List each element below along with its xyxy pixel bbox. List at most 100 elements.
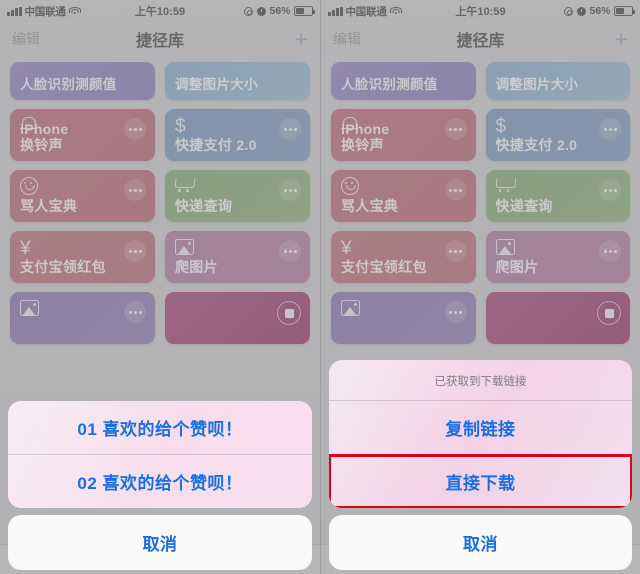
card-menu-button[interactable] xyxy=(444,240,467,262)
card-menu-button[interactable] xyxy=(279,240,301,262)
card-menu-button[interactable] xyxy=(124,240,146,262)
shortcut-card[interactable]: $ 快捷支付 2.0 xyxy=(485,109,630,161)
card-title: 调整图片大小 xyxy=(175,77,258,93)
add-shortcut-button[interactable]: + xyxy=(615,27,628,51)
shortcut-card[interactable] xyxy=(165,292,310,344)
navigation-bar: 编辑 捷径库 + xyxy=(0,22,320,56)
cart-icon xyxy=(496,178,516,195)
card-title: 爬图片 xyxy=(495,258,539,275)
shortcut-grid-left: 人脸识别测颜值 调整图片大小 iPhone 换铃声 $ 快捷支付 2.0 骂人宝典 快递查询 ¥… xyxy=(0,56,320,350)
card-menu-button[interactable] xyxy=(599,179,621,201)
wifi-icon xyxy=(68,6,81,16)
page-title: 捷径库 xyxy=(135,33,184,50)
card-title: 人脸识别测颜值 xyxy=(20,77,117,93)
add-shortcut-button[interactable]: + xyxy=(295,27,308,51)
shortcut-card[interactable]: 爬图片 xyxy=(165,231,310,283)
card-menu-button[interactable] xyxy=(124,301,146,323)
dollar-icon: $ xyxy=(175,116,186,137)
status-bar-right: 56% xyxy=(564,5,635,17)
signal-bars-icon xyxy=(7,6,22,16)
card-menu-button[interactable] xyxy=(124,179,146,201)
bell-icon xyxy=(341,116,357,134)
photo-icon xyxy=(495,239,515,255)
card-menu-button[interactable] xyxy=(444,179,467,201)
shortcut-card[interactable]: iPhone 换铃声 xyxy=(10,109,155,161)
shortcut-card[interactable]: 骂人宝典 xyxy=(10,170,155,222)
shortcut-card[interactable]: 人脸识别测颜值 xyxy=(10,62,155,100)
carrier-label: 中国联通 xyxy=(345,5,387,18)
dual-screenshot-container: 中国联通 上午10:59 56% 编辑 捷径库 + 人脸识别测颜值 调整图片大小 i… xyxy=(0,0,640,574)
card-title: 调整图片大小 xyxy=(495,77,579,93)
shortcut-card[interactable]: 人脸识别测颜值 xyxy=(331,62,476,100)
shortcut-grid-right: 人脸识别测颜值 调整图片大小 iPhone 换铃声 $ 快捷支付 2.0 骂人宝典 快递查询 ¥… xyxy=(321,56,640,350)
battery-percent-label: 56% xyxy=(269,5,291,17)
smiley-icon xyxy=(20,177,38,195)
shortcut-card[interactable]: 爬图片 xyxy=(485,231,630,283)
card-title: 快捷支付 2.0 xyxy=(495,136,578,153)
cancel-button-right[interactable]: 取消 xyxy=(329,515,632,570)
shortcut-card[interactable] xyxy=(331,292,476,344)
card-menu-button[interactable] xyxy=(599,240,621,262)
card-menu-button[interactable] xyxy=(444,301,467,323)
battery-icon xyxy=(294,6,315,16)
alarm-icon xyxy=(576,6,586,16)
card-menu-button[interactable] xyxy=(124,118,146,140)
page-title: 捷径库 xyxy=(456,33,505,50)
shortcut-card[interactable]: ¥ 支付宝领红包 xyxy=(10,231,155,283)
card-title: 支付宝领红包 xyxy=(20,258,106,275)
shortcut-card[interactable] xyxy=(10,292,155,344)
cart-icon xyxy=(175,178,195,195)
shortcut-card[interactable]: ¥ 支付宝领红包 xyxy=(331,231,476,283)
shortcut-card[interactable]: 骂人宝典 xyxy=(331,170,476,222)
status-bar-left: 中国联通 xyxy=(328,4,402,19)
signal-bars-icon xyxy=(328,6,343,16)
card-title: 快递查询 xyxy=(495,197,553,214)
dollar-icon: $ xyxy=(495,116,507,137)
action-sheet-options-left: 01 喜欢的给个赞呗！ 02 喜欢的给个赞呗！ xyxy=(8,401,312,508)
battery-icon xyxy=(614,6,635,16)
shortcut-card[interactable]: iPhone 换铃声 xyxy=(331,109,476,161)
card-title: 人脸识别测颜值 xyxy=(341,77,438,93)
action-sheet-item-01[interactable]: 01 喜欢的给个赞呗！ xyxy=(8,401,312,455)
cancel-button-left[interactable]: 取消 xyxy=(8,515,312,570)
shortcut-card[interactable]: $ 快捷支付 2.0 xyxy=(165,109,310,161)
card-menu-button[interactable] xyxy=(279,118,301,140)
wifi-icon xyxy=(389,6,402,16)
photo-icon xyxy=(341,300,360,316)
shortcut-card[interactable] xyxy=(485,292,630,344)
bell-icon xyxy=(20,116,36,134)
location-icon xyxy=(244,6,254,16)
shortcut-card[interactable]: 调整图片大小 xyxy=(165,62,310,100)
shortcut-card[interactable]: 快递查询 xyxy=(485,170,630,222)
action-sheet-right: 已获取到下载链接 复制链接 直接下载 取消 xyxy=(329,360,632,570)
status-bar-left: 中国联通 xyxy=(7,4,81,19)
card-title: 爬图片 xyxy=(175,258,218,275)
phone-screen-left: 中国联通 上午10:59 56% 编辑 捷径库 + 人脸识别测颜值 调整图片大小 i… xyxy=(0,0,320,574)
shortcut-card[interactable]: 调整图片大小 xyxy=(485,62,630,100)
yen-icon: ¥ xyxy=(20,238,31,259)
card-title: 快递查询 xyxy=(175,197,233,214)
shortcut-card[interactable]: 快递查询 xyxy=(165,170,310,222)
smiley-icon xyxy=(341,177,359,195)
carrier-label: 中国联通 xyxy=(24,5,66,18)
alarm-icon xyxy=(256,6,266,16)
card-title: 骂人宝典 xyxy=(20,197,78,214)
stop-button[interactable] xyxy=(597,301,621,325)
stop-button[interactable] xyxy=(277,301,301,325)
photo-icon xyxy=(175,239,194,255)
card-menu-button[interactable] xyxy=(444,118,467,140)
status-bar: 中国联通 上午10:59 56% xyxy=(321,0,640,22)
status-bar: 中国联通 上午10:59 56% xyxy=(0,0,320,22)
phone-screen-right: 中国联通 上午10:59 56% 编辑 捷径库 + 人脸识别测颜值 调整图片大小 i… xyxy=(320,0,640,574)
card-menu-button[interactable] xyxy=(279,179,301,201)
card-title: 快捷支付 2.0 xyxy=(175,136,257,153)
yen-icon: ¥ xyxy=(341,238,352,259)
action-sheet-options-right: 已获取到下载链接 复制链接 直接下载 xyxy=(329,360,632,508)
copy-link-button[interactable]: 复制链接 xyxy=(329,401,632,455)
action-sheet-item-02[interactable]: 02 喜欢的给个赞呗！ xyxy=(8,455,312,508)
card-menu-button[interactable] xyxy=(599,118,621,140)
direct-download-button[interactable]: 直接下载 xyxy=(329,454,632,508)
navigation-bar: 编辑 捷径库 + xyxy=(321,22,640,56)
action-sheet-left: 01 喜欢的给个赞呗！ 02 喜欢的给个赞呗！ 取消 xyxy=(8,401,312,570)
location-icon xyxy=(564,6,574,16)
